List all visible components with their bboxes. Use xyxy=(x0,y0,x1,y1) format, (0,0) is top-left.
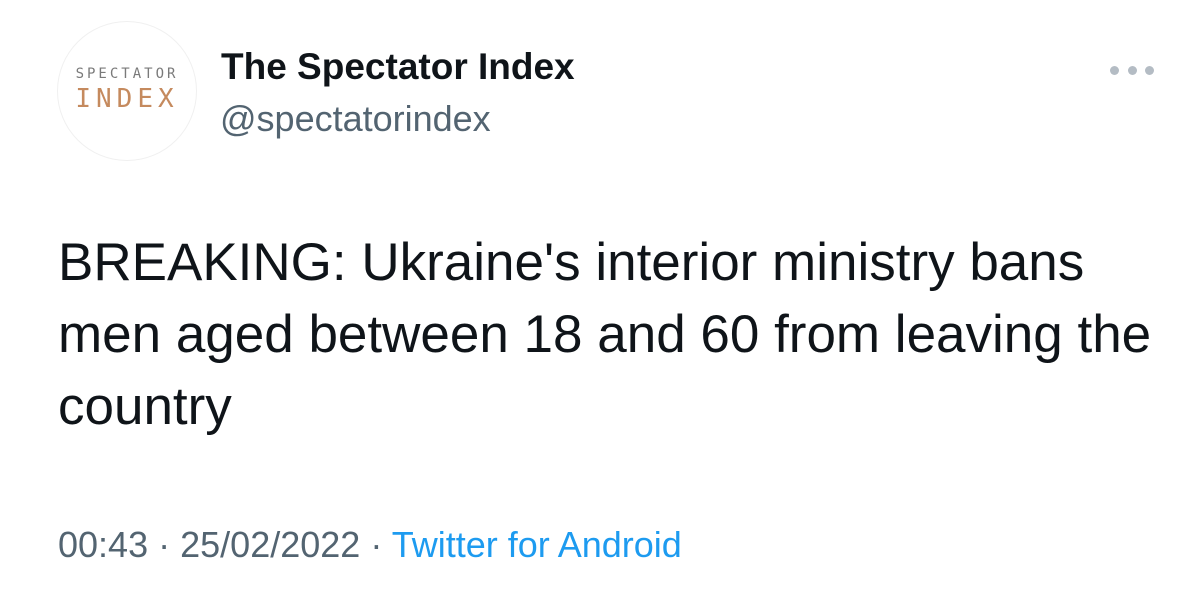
tweet-source-link[interactable]: Twitter for Android xyxy=(392,524,682,565)
more-dot xyxy=(1110,65,1119,75)
more-dot xyxy=(1127,65,1137,75)
more-horizontal-icon[interactable] xyxy=(1110,60,1154,80)
meta-separator: · xyxy=(158,524,171,565)
avatar-logo-top: SPECTATOR xyxy=(75,66,179,82)
author-display-name[interactable]: The Spectator Index xyxy=(221,46,575,88)
avatar-logo-bottom: INDEX xyxy=(75,84,179,114)
meta-separator: · xyxy=(370,524,383,565)
avatar[interactable]: SPECTATOR INDEX xyxy=(58,22,196,160)
author-handle[interactable]: @spectatorindex xyxy=(220,98,491,140)
tweet-time[interactable]: 00:43 xyxy=(58,524,148,565)
tweet-card: SPECTATOR INDEX The Spectator Index @spe… xyxy=(0,0,1200,594)
tweet-header: SPECTATOR INDEX The Spectator Index @spe… xyxy=(58,22,1160,162)
tweet-text: BREAKING: Ukraine's interior ministry ba… xyxy=(58,233,1152,436)
more-dot xyxy=(1145,65,1154,75)
tweet-meta: 00:43 · 25/02/2022 · Twitter for Android xyxy=(58,524,682,566)
tweet-date[interactable]: 25/02/2022 xyxy=(180,524,360,565)
